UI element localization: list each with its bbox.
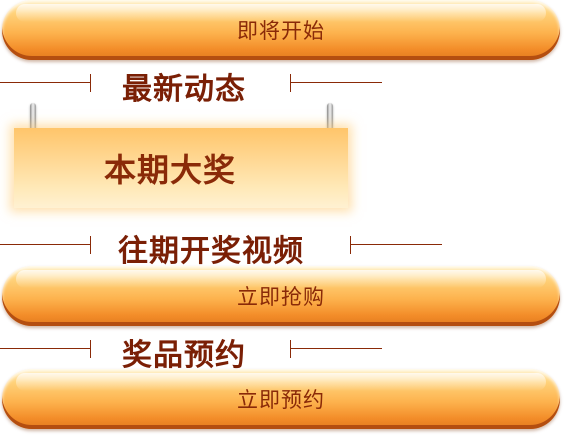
header-line-right xyxy=(290,82,382,83)
header-tick-left xyxy=(90,74,91,92)
header-line-left xyxy=(0,244,90,245)
latest-news-title: 最新动态 xyxy=(122,72,246,107)
coming-soon-label: 即将开始 xyxy=(237,19,325,43)
header-tick-right xyxy=(290,340,291,358)
past-videos-header: 往期开奖视频 xyxy=(0,230,450,269)
prize-reservation-title: 奖品预约 xyxy=(122,338,246,373)
header-line-right xyxy=(350,244,442,245)
header-tick-right xyxy=(350,236,351,254)
header-tick-left xyxy=(90,236,91,254)
latest-news-header: 最新动态 xyxy=(0,68,390,107)
coming-soon-button[interactable]: 即将开始 xyxy=(2,0,560,60)
header-line-left xyxy=(0,82,90,83)
buy-now-label: 立即抢购 xyxy=(237,285,325,309)
header-line-right xyxy=(290,348,382,349)
prize-reservation-header: 奖品预约 xyxy=(0,334,390,373)
current-prize-label: 本期大奖 xyxy=(104,151,237,189)
reserve-now-label: 立即预约 xyxy=(237,388,325,412)
current-prize-sign[interactable]: 本期大奖 xyxy=(14,128,348,208)
reserve-now-button[interactable]: 立即预约 xyxy=(2,369,560,429)
header-tick-right xyxy=(290,74,291,92)
past-videos-title: 往期开奖视频 xyxy=(118,234,304,269)
buy-now-button[interactable]: 立即抢购 xyxy=(2,266,560,326)
header-tick-left xyxy=(90,340,91,358)
header-line-left xyxy=(0,348,90,349)
